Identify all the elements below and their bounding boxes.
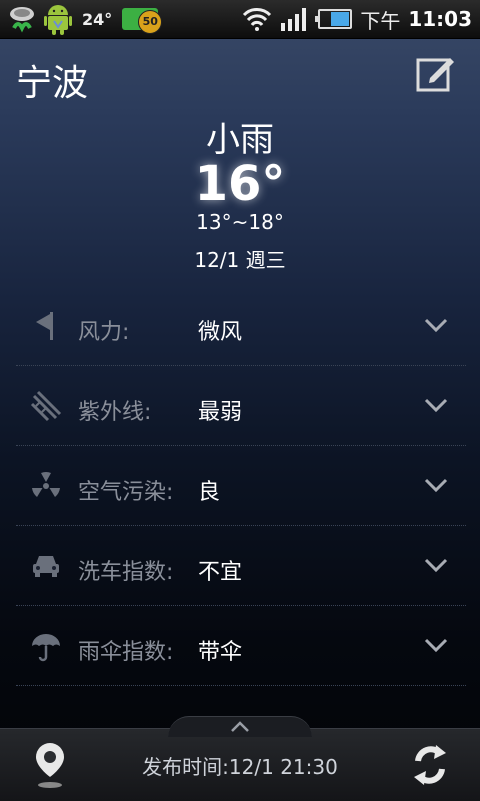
status-bar-system: 下午 11:03	[242, 2, 472, 36]
chevron-down-icon[interactable]	[424, 636, 448, 654]
status-time: 11:03	[408, 7, 472, 31]
publish-time-label: 发布时间:	[142, 755, 229, 779]
detail-row-umbrella[interactable]: 雨伞指数: 带伞	[16, 606, 466, 686]
chevron-down-icon[interactable]	[424, 316, 448, 334]
chevron-up-icon	[231, 721, 249, 732]
detail-label: 雨伞指数:	[78, 640, 174, 665]
weather-details-list: 风力: 微风 紫外线: 最弱 空气污染: 良 洗车指数: 不宜 雨伞指数: 带伞	[16, 286, 466, 686]
city-name[interactable]: 宁波	[16, 54, 88, 106]
temperature-range: 13°~18°	[196, 210, 284, 234]
wifi-icon	[243, 8, 272, 31]
edit-icon[interactable]	[416, 54, 456, 92]
detail-value: 良	[198, 480, 221, 505]
detail-value: 微风	[198, 320, 243, 345]
detail-label: 风力:	[78, 320, 130, 345]
current-temperature: 16°	[194, 156, 286, 212]
status-bar-notifications: 24° 50	[8, 2, 163, 36]
chevron-down-icon[interactable]	[424, 476, 448, 494]
detail-label: 紫外线:	[78, 400, 152, 425]
chevron-down-icon[interactable]	[424, 556, 448, 574]
weather-condition: 小雨	[206, 120, 274, 160]
chevron-down-icon[interactable]	[424, 396, 448, 414]
publish-time-value: 12/1 21:30	[228, 755, 338, 779]
detail-value: 最弱	[198, 400, 243, 425]
uv-rays-icon	[30, 390, 62, 422]
android-icon	[44, 5, 72, 35]
drawer-handle[interactable]	[168, 716, 312, 737]
forecast-date: 12/1 週三	[194, 248, 286, 272]
wind-flag-icon	[36, 312, 53, 340]
detail-label: 洗车指数:	[78, 560, 174, 585]
notification-count-badge: 50	[138, 10, 163, 34]
detail-row-uv[interactable]: 紫外线: 最弱	[16, 366, 466, 446]
car-icon	[33, 556, 59, 577]
detail-row-carwash[interactable]: 洗车指数: 不宜	[16, 526, 466, 606]
detail-value: 带伞	[198, 640, 243, 665]
battery-icon	[315, 9, 353, 29]
battery-notification-icon: 50	[122, 8, 163, 34]
detail-label: 空气污染:	[78, 480, 174, 505]
weather-app-icon	[10, 7, 34, 33]
umbrella-icon	[32, 634, 60, 662]
status-bar: 24° 50 下午 11:03	[0, 0, 480, 39]
bottom-bar: 发布时间:12/1 21:30	[0, 728, 480, 801]
pollution-hazard-icon	[32, 472, 60, 497]
detail-row-wind[interactable]: 风力: 微风	[16, 286, 466, 366]
status-temperature: 24°	[82, 9, 113, 29]
detail-row-pollution[interactable]: 空气污染: 良	[16, 446, 466, 526]
status-time-period: 下午	[360, 8, 401, 33]
refresh-icon[interactable]	[408, 741, 452, 789]
signal-strength-icon	[281, 8, 307, 31]
detail-value: 不宜	[198, 560, 243, 585]
